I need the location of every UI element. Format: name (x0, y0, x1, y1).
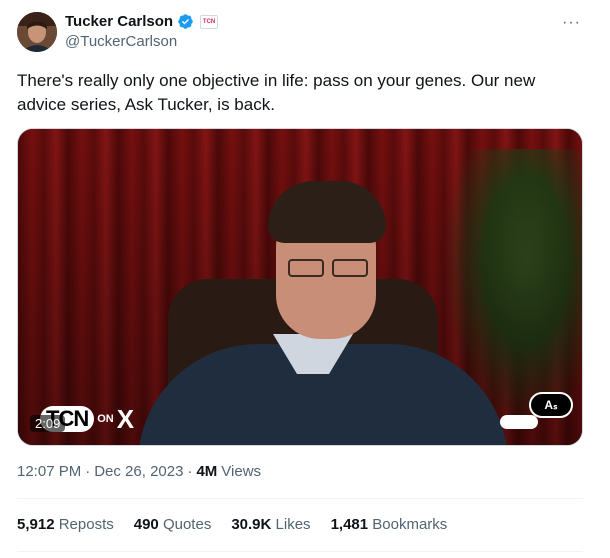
views-label: Views (221, 463, 262, 480)
engagement-stats: 5,912 Reposts 490 Quotes 30.9K Likes 1,4… (17, 516, 467, 533)
quotes-stat[interactable]: 490 Quotes (134, 516, 212, 533)
divider (17, 498, 583, 499)
video-duration: 2:09 (30, 415, 66, 432)
video-progress-pill[interactable] (500, 415, 538, 429)
video-player[interactable]: TCN ON X 2:09 Aₛ (17, 128, 583, 446)
likes-stat[interactable]: 30.9K Likes (231, 516, 310, 533)
more-options-icon[interactable]: ··· (562, 14, 581, 32)
post-date[interactable]: Dec 26, 2023 (94, 463, 183, 480)
author-name-row: Tucker Carlson TCN (65, 13, 219, 30)
avatar[interactable] (17, 12, 57, 52)
captions-button[interactable]: Aₛ (529, 392, 573, 418)
post-card: Tucker Carlson TCN @TuckerCarlson ··· Th… (0, 0, 610, 558)
post-meta: 12:07 PM · Dec 26, 2023 · 4M Views (17, 463, 262, 480)
author-handle[interactable]: @TuckerCarlson (65, 33, 177, 50)
avatar-image (17, 12, 57, 52)
reposts-stat[interactable]: 5,912 Reposts (17, 516, 114, 533)
divider-bottom (17, 551, 583, 552)
video-glasses (288, 259, 370, 279)
author-name[interactable]: Tucker Carlson (65, 13, 173, 30)
views-count: 4M (196, 463, 218, 480)
bookmarks-stat[interactable]: 1,481 Bookmarks (331, 516, 448, 533)
post-text: There's really only one objective in lif… (17, 71, 536, 114)
verified-badge-icon[interactable] (177, 13, 194, 30)
post-time[interactable]: 12:07 PM (17, 463, 81, 480)
affiliate-badge-icon[interactable]: TCN (200, 14, 219, 29)
